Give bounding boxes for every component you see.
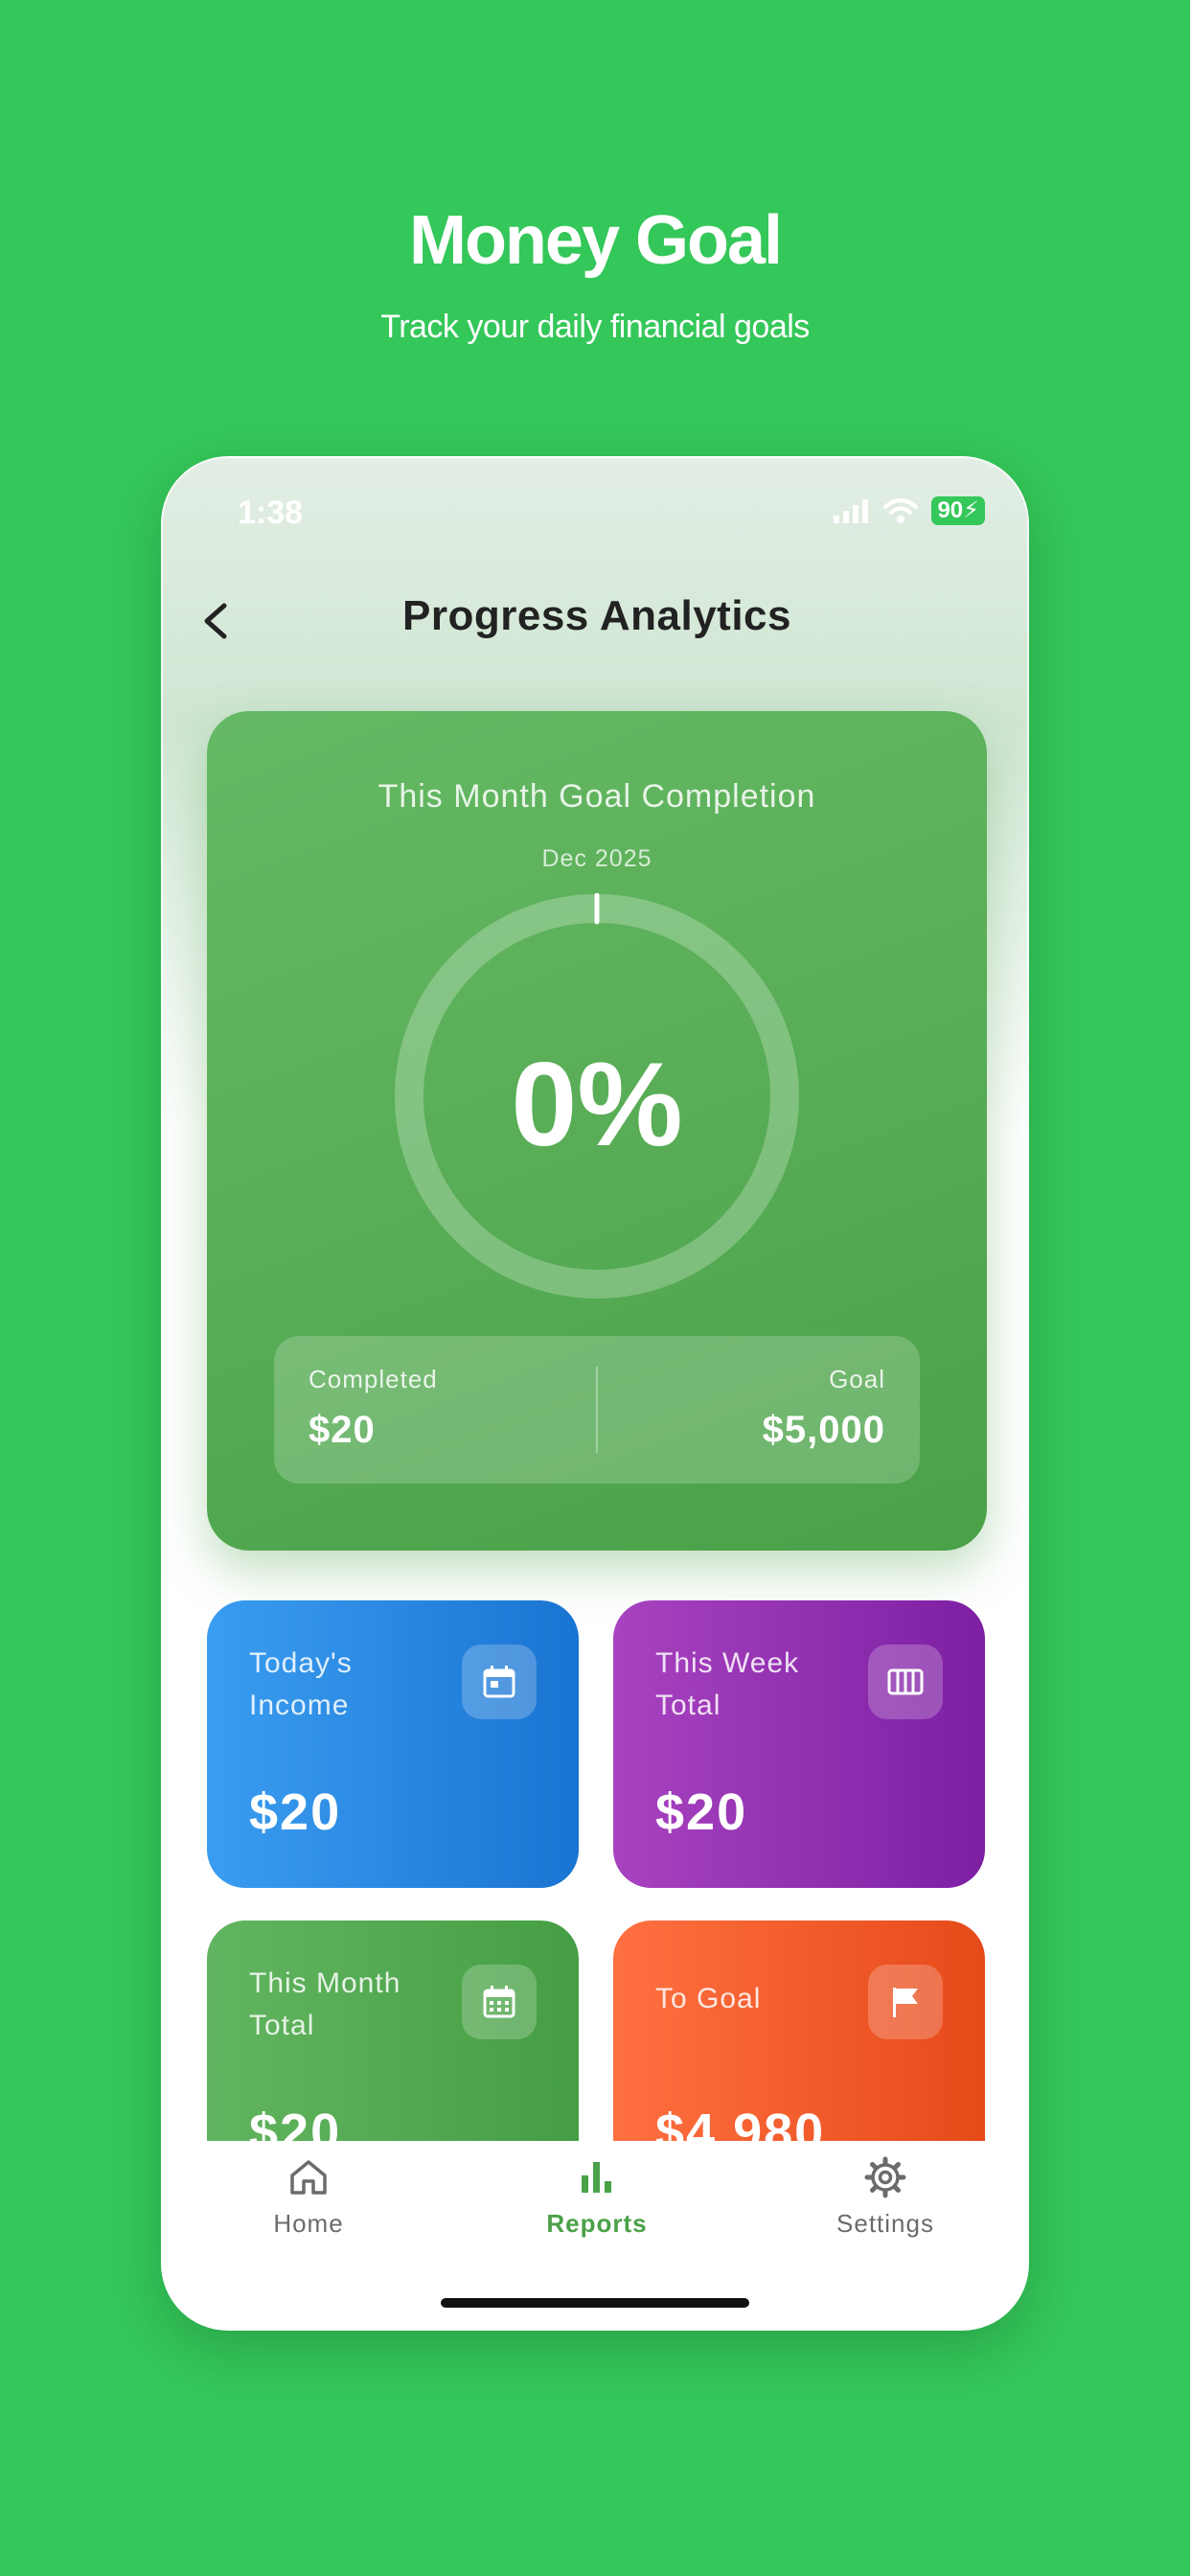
tile-todays-income[interactable]: Today's Income $20 xyxy=(207,1600,579,1888)
status-icons: 90⚡ xyxy=(834,496,985,525)
goal-value: $5,000 xyxy=(762,1409,885,1451)
tab-label: Reports xyxy=(546,2209,648,2238)
tile-label: This Week Total xyxy=(655,1647,800,1721)
progress-percent: 0% xyxy=(511,1039,683,1171)
hero-title: Money Goal xyxy=(408,202,783,279)
home-icon xyxy=(290,2160,327,2195)
goal-label: Goal xyxy=(829,1365,885,1393)
tile-label: To Goal xyxy=(655,1983,762,2014)
battery-indicator: 90⚡ xyxy=(931,496,985,525)
goal-card-title: This Month Goal Completion xyxy=(378,778,816,815)
calendar-month-icon xyxy=(462,1965,537,2039)
week-columns-icon xyxy=(868,1644,943,1719)
home-indicator[interactable] xyxy=(441,2298,749,2308)
goal-stats-box: Completed $20 Goal $5,000 xyxy=(274,1336,920,1484)
goal-card-date: Dec 2025 xyxy=(541,845,652,872)
bar-chart-icon xyxy=(582,2162,611,2193)
wifi-icon xyxy=(883,498,919,523)
tile-value: $20 xyxy=(249,1783,342,1841)
tab-label: Home xyxy=(273,2209,344,2238)
tile-this-week-total[interactable]: This Week Total $20 xyxy=(613,1600,985,1888)
tab-reports[interactable]: Reports xyxy=(482,2156,712,2239)
tile-value: $20 xyxy=(655,1783,748,1841)
cellular-signal-icon xyxy=(834,499,869,523)
page-title: Progress Analytics xyxy=(402,592,791,639)
battery-level: 90 xyxy=(937,497,964,523)
phone-frame: 1:38 90⚡ Progress Analytics This Month G… xyxy=(161,456,1029,2331)
hero-subtitle: Track your daily financial goals xyxy=(380,309,810,345)
completed-value: $20 xyxy=(309,1409,376,1451)
tab-label: Settings xyxy=(836,2209,934,2238)
goal-completion-card: This Month Goal Completion Dec 2025 0% C… xyxy=(207,711,987,1551)
tab-settings[interactable]: Settings xyxy=(770,2156,1000,2239)
flag-icon xyxy=(868,1965,943,2039)
status-time: 1:38 xyxy=(238,494,304,531)
tile-label: Today's Income xyxy=(249,1647,353,1721)
completed-label: Completed xyxy=(309,1365,438,1393)
tile-label: This Month Total xyxy=(249,1967,401,2041)
calendar-day-icon xyxy=(462,1644,537,1719)
charging-bolt-icon: ⚡ xyxy=(963,497,979,523)
gear-icon xyxy=(864,2156,906,2198)
stats-divider xyxy=(596,1367,598,1453)
tab-home[interactable]: Home xyxy=(194,2156,423,2239)
